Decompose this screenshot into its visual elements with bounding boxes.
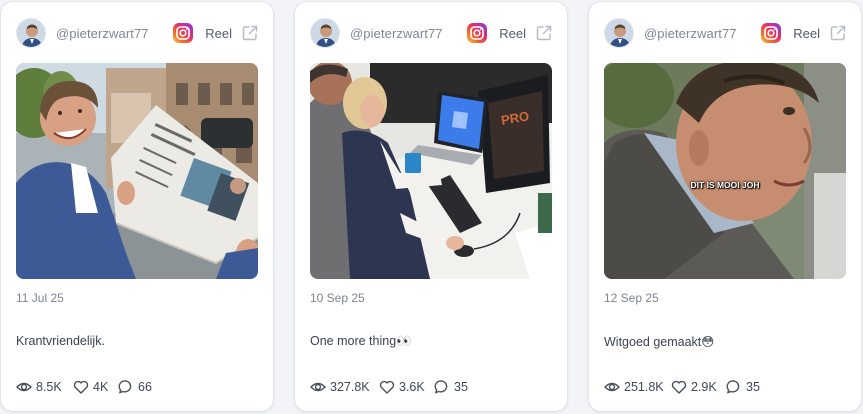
eye-icon xyxy=(16,382,32,392)
comments-stat: 35 xyxy=(726,378,776,396)
card-header: @pieterzwart77 Reel xyxy=(16,18,259,48)
post-thumbnail[interactable]: DIT IS MOOI JOH xyxy=(604,63,846,279)
views-count: 251.8K xyxy=(624,380,664,394)
post-card[interactable]: @pieterzwart77 Reel xyxy=(295,2,567,411)
post-thumbnail[interactable]: PRO xyxy=(310,63,552,279)
external-link-icon[interactable] xyxy=(829,24,847,42)
post-type-label: Reel xyxy=(499,26,526,41)
likes-stat: 2.9K xyxy=(671,378,726,396)
post-caption: Witgoed gemaakt😳 xyxy=(604,335,715,349)
avatar xyxy=(16,18,46,48)
likes-stat: 4K xyxy=(73,378,123,396)
comments-count: 66 xyxy=(138,380,152,394)
card-header: @pieterzwart77 Reel xyxy=(604,18,847,48)
post-thumbnail[interactable] xyxy=(16,63,258,279)
post-card[interactable]: @pieterzwart77 Reel xyxy=(1,2,273,411)
comment-icon xyxy=(434,380,448,394)
post-type-label: Reel xyxy=(205,26,232,41)
views-count: 8.5K xyxy=(36,380,62,394)
heart-icon xyxy=(379,380,395,394)
post-date: 12 Sep 25 xyxy=(604,291,659,305)
posts-grid: @pieterzwart77 Reel 11 Jul 25 Krantvrien… xyxy=(0,0,863,414)
post-caption: One more thing👀 xyxy=(310,334,412,348)
eye-icon xyxy=(310,382,326,392)
instagram-icon xyxy=(173,23,193,43)
views-count: 327.8K xyxy=(330,380,370,394)
video-caption: DIT IS MOOI JOH xyxy=(690,180,760,190)
comment-icon xyxy=(726,380,740,394)
likes-stat: 3.6K xyxy=(379,378,434,396)
views-stat: 327.8K xyxy=(310,378,380,396)
username[interactable]: @pieterzwart77 xyxy=(56,26,149,41)
views-stat: 8.5K xyxy=(16,378,76,396)
post-card[interactable]: @pieterzwart77 Reel xyxy=(589,2,861,411)
heart-icon xyxy=(73,380,89,394)
card-header: @pieterzwart77 Reel xyxy=(310,18,553,48)
likes-count: 3.6K xyxy=(399,380,425,394)
post-caption: Krantvriendelijk. xyxy=(16,334,105,348)
heart-icon xyxy=(671,380,687,394)
username[interactable]: @pieterzwart77 xyxy=(350,26,443,41)
instagram-icon xyxy=(467,23,487,43)
username[interactable]: @pieterzwart77 xyxy=(644,26,737,41)
external-link-icon[interactable] xyxy=(241,24,259,42)
likes-count: 4K xyxy=(93,380,109,394)
post-date: 11 Jul 25 xyxy=(16,291,64,305)
instagram-icon xyxy=(761,23,781,43)
eye-icon xyxy=(604,382,620,392)
likes-count: 2.9K xyxy=(691,380,717,394)
comments-stat: 66 xyxy=(118,378,168,396)
comments-stat: 35 xyxy=(434,378,484,396)
avatar xyxy=(604,18,634,48)
avatar xyxy=(310,18,340,48)
comments-count: 35 xyxy=(746,380,760,394)
views-stat: 251.8K xyxy=(604,378,674,396)
post-type-label: Reel xyxy=(793,26,820,41)
comments-count: 35 xyxy=(454,380,468,394)
comment-icon xyxy=(118,380,132,394)
external-link-icon[interactable] xyxy=(535,24,553,42)
post-date: 10 Sep 25 xyxy=(310,291,365,305)
